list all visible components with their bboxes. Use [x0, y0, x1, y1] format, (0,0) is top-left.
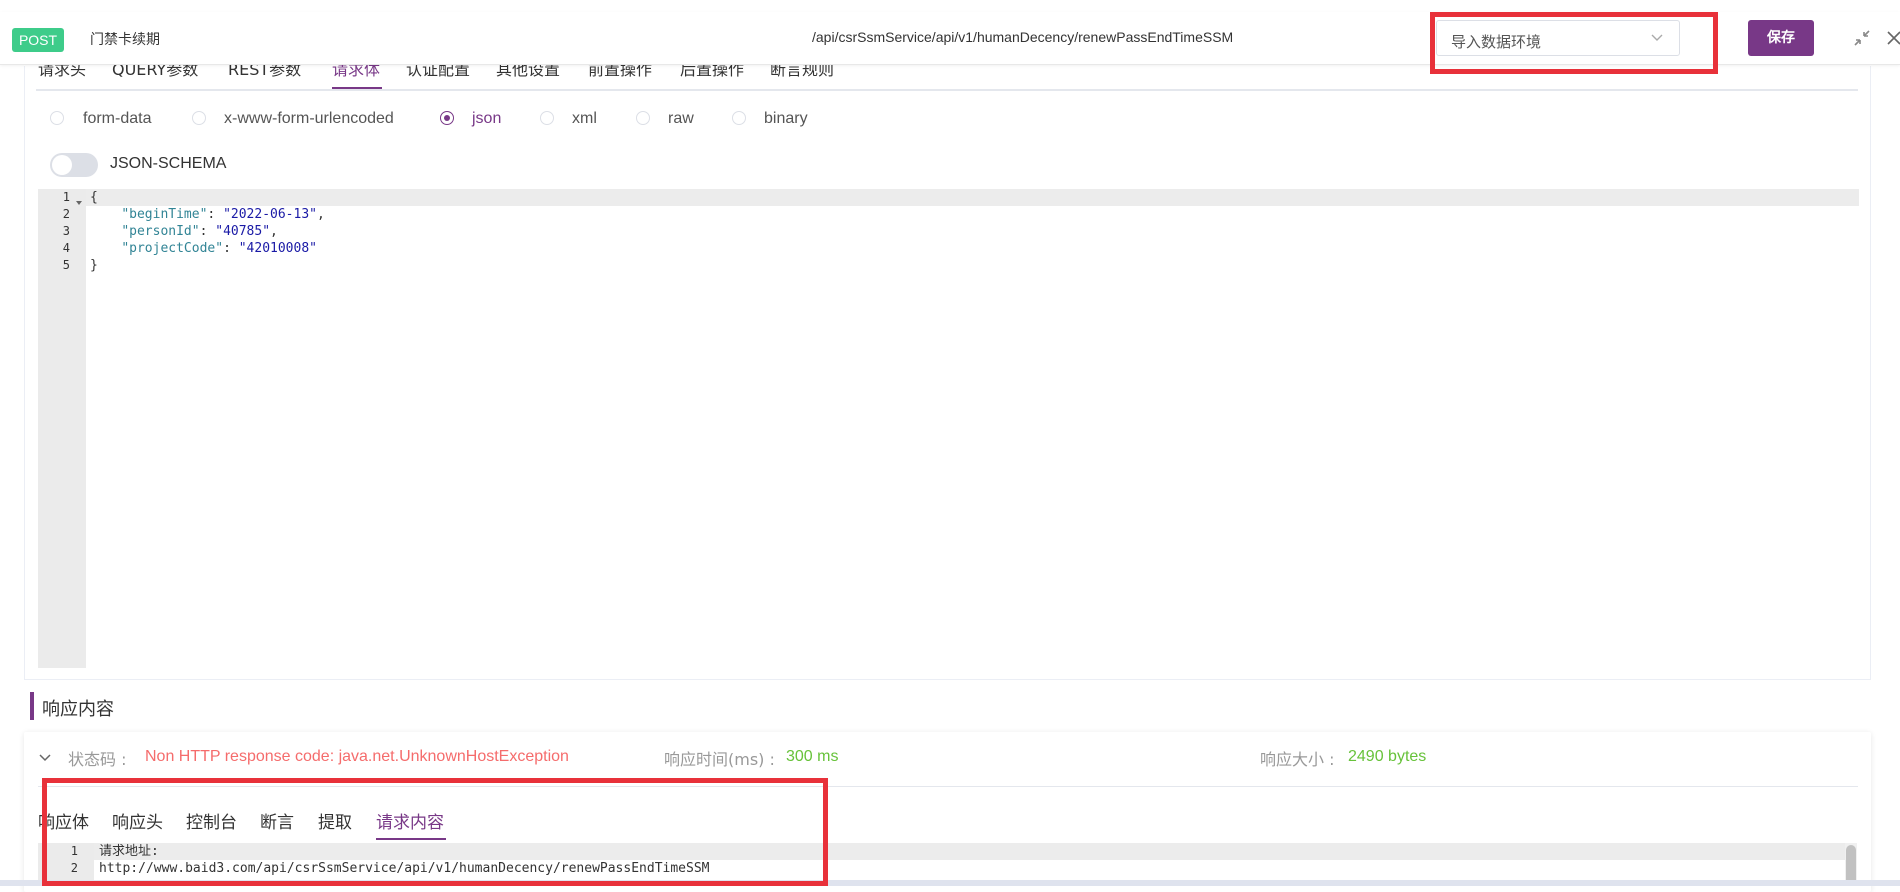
chevron-down-icon [1651, 30, 1663, 41]
code-editor[interactable] [38, 189, 1859, 668]
collapse-chevron-icon[interactable] [38, 750, 52, 764]
environment-select[interactable]: 导入数据环境 [1436, 20, 1680, 56]
json-schema-label: JSON-SCHEMA [110, 155, 227, 172]
radio-circle [50, 111, 64, 125]
tab-extract[interactable]: 提取 [318, 808, 352, 833]
line-number: 4 [62, 241, 70, 255]
fold-arrow-icon[interactable] [75, 194, 83, 205]
active-response-tab-underline [376, 838, 446, 840]
line-number: 1 [70, 844, 78, 858]
code-line-5: } [90, 258, 98, 273]
radio-label: x-www-form-urlencoded [224, 110, 394, 127]
tab-request-content[interactable]: 请求内容 [376, 808, 444, 833]
response-content-line-1: 请求地址: [99, 844, 159, 859]
code-line-3: "personId": "40785", [121, 224, 278, 239]
method-badge: POST [12, 28, 64, 52]
line-number: 2 [70, 861, 78, 875]
code-line-2: "beginTime": "2022-06-13", [121, 207, 325, 222]
response-size-value: 2490 bytes [1348, 748, 1427, 765]
response-active-line [38, 843, 1846, 860]
tab-response-headers[interactable]: 响应头 [112, 808, 163, 833]
active-tab-underline [332, 87, 382, 89]
line-number: 1 [62, 190, 70, 204]
response-title-accent [30, 692, 34, 720]
radio-circle [440, 111, 454, 125]
response-time-value: 300 ms [786, 748, 839, 765]
tab-console[interactable]: 控制台 [186, 808, 237, 833]
editor-active-line [38, 189, 1859, 206]
code-line-4: "projectCode": "42010008" [121, 241, 317, 256]
save-button[interactable]: 保存 [1748, 20, 1814, 56]
api-name: 门禁卡续期 [90, 32, 160, 48]
radio-label: form-data [83, 110, 152, 127]
radio-label: xml [572, 110, 597, 127]
response-divider [38, 786, 1858, 787]
radio-circle [540, 111, 554, 125]
line-number: 2 [62, 207, 70, 221]
radio-circle [732, 111, 746, 125]
radio-label: json [472, 110, 502, 127]
code-line-1: { [90, 190, 98, 205]
bottom-strip [0, 880, 1900, 886]
api-path: /api/csrSsmService/api/v1/humanDecency/r… [812, 29, 1234, 45]
json-schema-toggle[interactable] [50, 153, 98, 177]
line-number: 5 [62, 258, 70, 272]
close-icon[interactable] [1886, 30, 1900, 46]
line-number: 3 [62, 224, 70, 238]
response-title: 响应内容 [42, 699, 114, 720]
radio-label: binary [764, 110, 808, 127]
tab-response-body[interactable]: 响应体 [38, 808, 89, 833]
tab-divider [36, 89, 1858, 91]
radio-circle [636, 111, 650, 125]
radio-circle [192, 111, 206, 125]
radio-label: raw [668, 110, 694, 127]
response-content-line-2: http://www.baid3.com/api/csrSsmService/a… [99, 861, 710, 876]
response-size-label: 响应大小 : [1260, 750, 1335, 769]
environment-select-placeholder: 导入数据环境 [1451, 33, 1542, 51]
status-code-label: 状态码 : [68, 750, 127, 769]
response-time-label: 响应时间(ms) : [664, 750, 775, 769]
status-code-value: Non HTTP response code: java.net.Unknown… [145, 748, 569, 765]
shrink-icon[interactable] [1853, 29, 1871, 47]
tab-assertion[interactable]: 断言 [260, 808, 294, 833]
